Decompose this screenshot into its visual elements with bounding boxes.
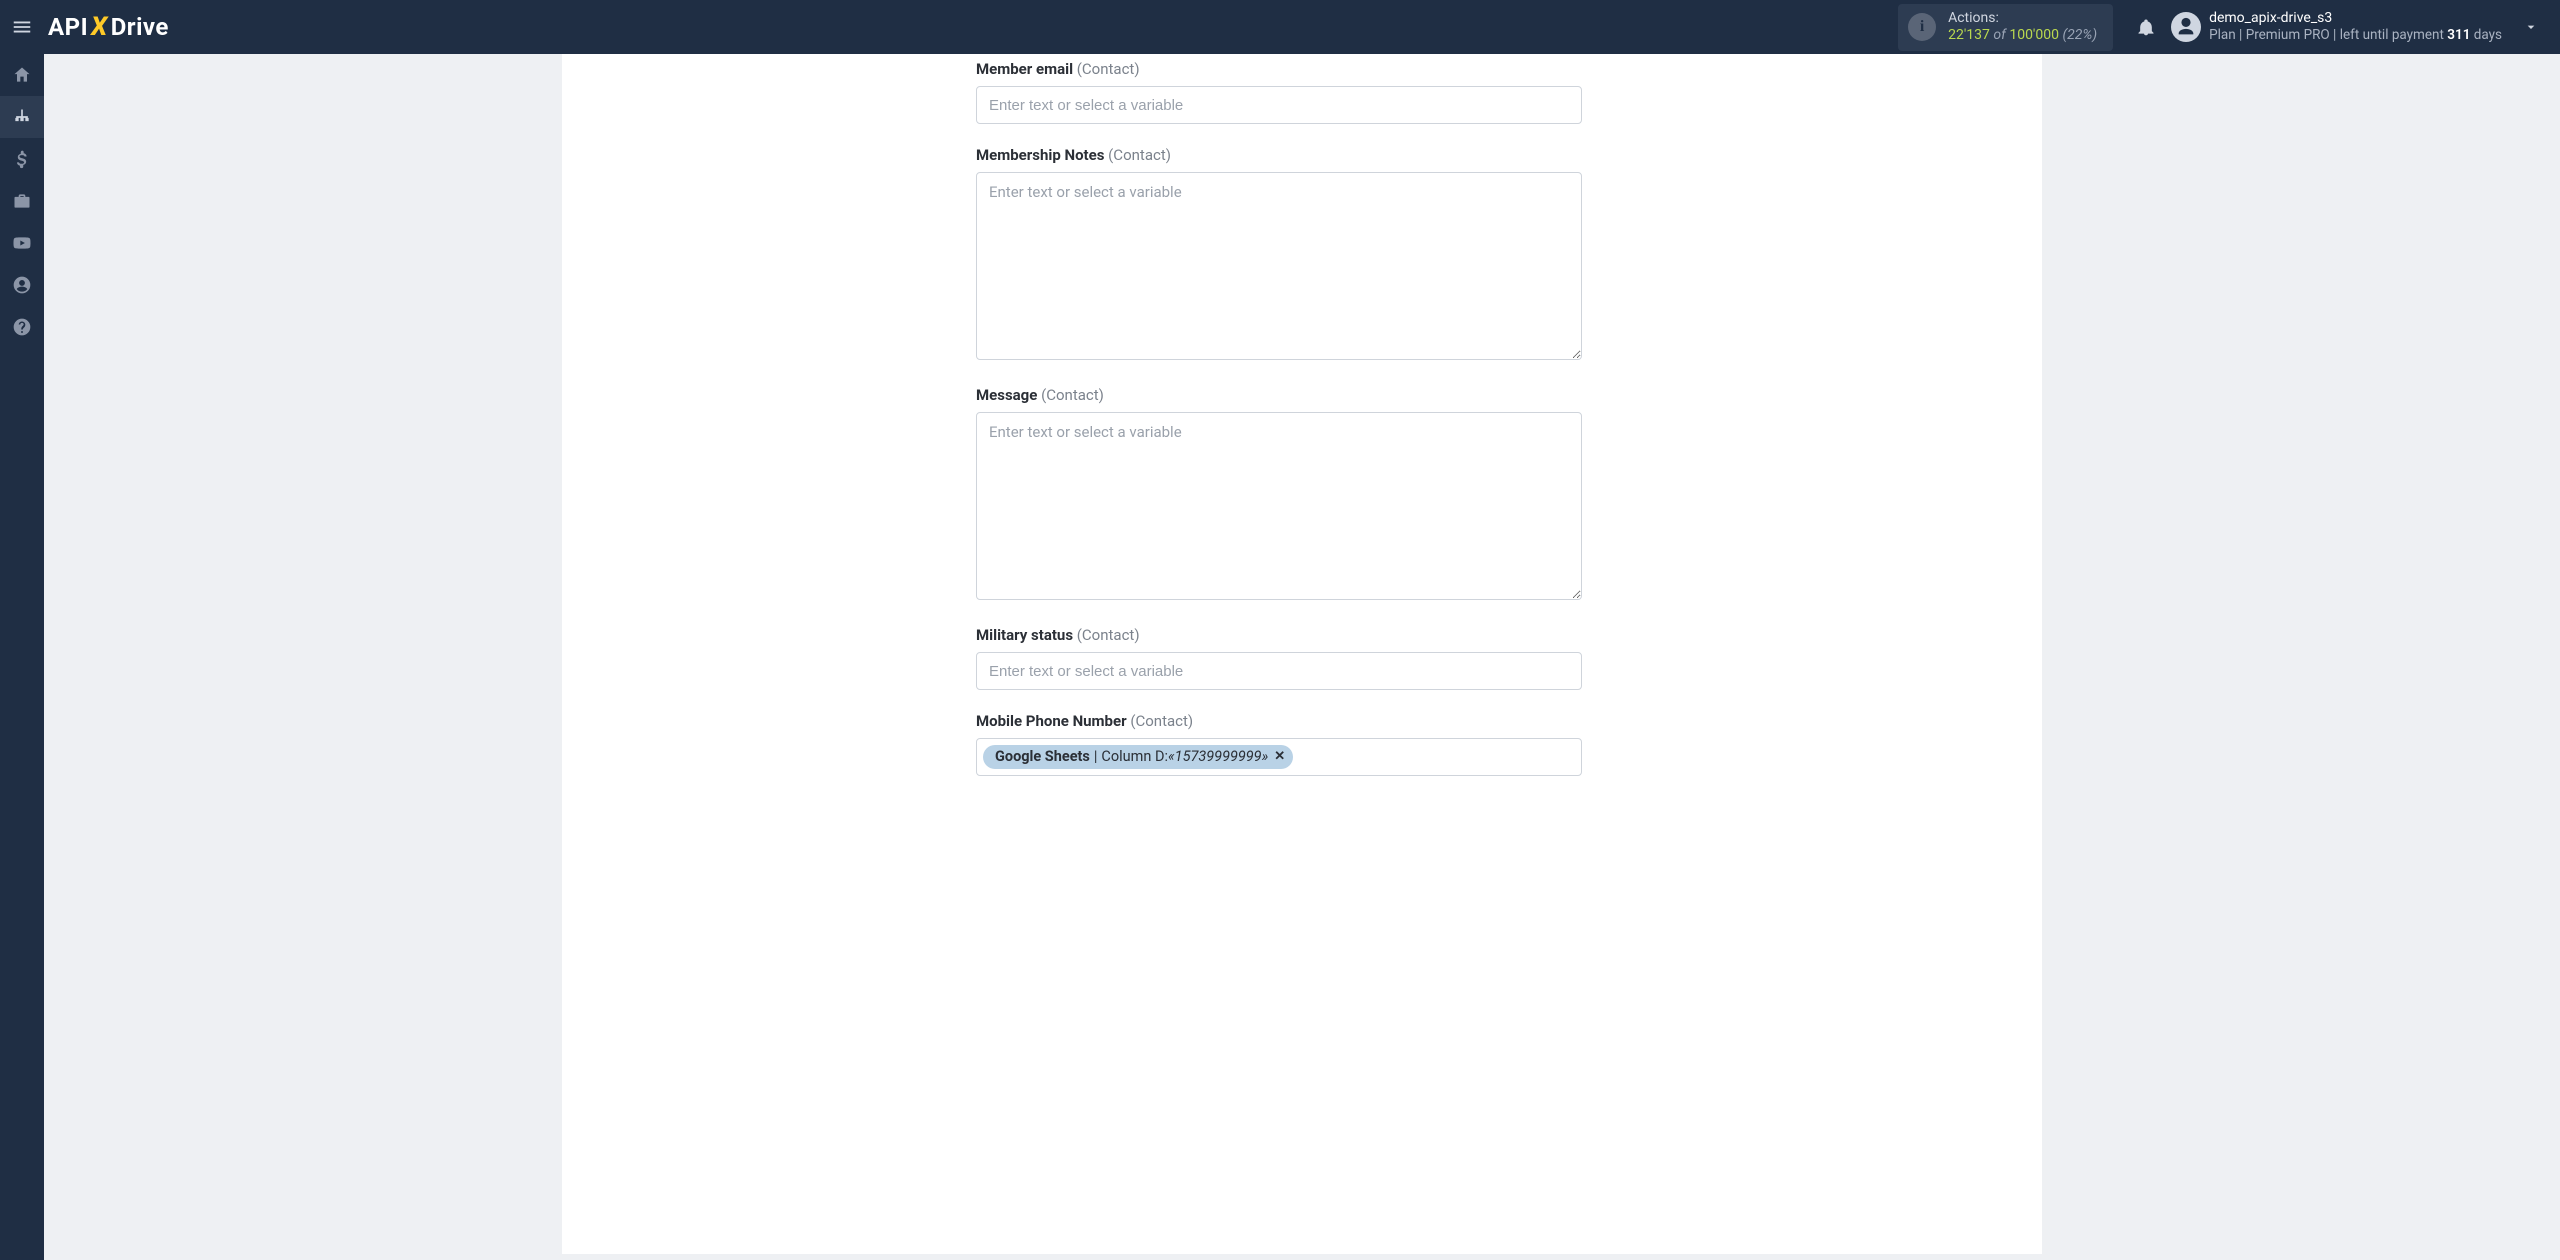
chip-column: Column D: (1101, 748, 1168, 767)
actions-label: Actions: (1948, 10, 2097, 28)
actions-pct: (22%) (2062, 27, 2097, 43)
field-label: Mobile Phone Number (Contact) (976, 712, 1582, 730)
actions-total: 100'000 (2009, 27, 2059, 43)
user-menu-toggle[interactable] (2514, 10, 2548, 44)
input-military-status[interactable] (976, 652, 1582, 690)
pipe-2: | (2333, 27, 2340, 43)
label-name: Membership Notes (976, 146, 1104, 164)
user-plan-line: Plan | Premium PRO | left until payment … (2209, 27, 2502, 44)
sidebar-item-connections[interactable] (0, 96, 44, 138)
mapping-form: Member email (Contact) Membership Notes … (976, 60, 1582, 776)
left-sidebar (0, 54, 44, 1260)
field-label: Membership Notes (Contact) (976, 146, 1582, 164)
youtube-icon (12, 233, 32, 253)
field-label: Military status (Contact) (976, 626, 1582, 644)
field-military-status: Military status (Contact) (976, 626, 1582, 690)
input-message[interactable] (976, 412, 1582, 600)
label-name: Mobile Phone Number (976, 712, 1127, 730)
logo-text-right: Drive (111, 13, 169, 41)
sidebar-item-briefcase[interactable] (0, 180, 44, 222)
actions-of: of (1993, 27, 2005, 43)
actions-counter[interactable]: i Actions: 22'137 of 100'000 (22%) (1898, 4, 2113, 51)
left-prefix: left until payment (2340, 27, 2444, 43)
sidebar-item-home[interactable] (0, 54, 44, 96)
sitemap-icon (12, 107, 32, 127)
field-mobile-phone: Mobile Phone Number (Contact) Google She… (976, 712, 1582, 776)
days-unit: days (2474, 27, 2502, 43)
label-scope: (Contact) (1077, 626, 1140, 644)
sidebar-item-help[interactable] (0, 306, 44, 348)
user-icon (2175, 16, 2197, 38)
actions-used: 22'137 (1948, 27, 1990, 43)
bell-icon (2136, 17, 2156, 37)
user-name: demo_apix-drive_s3 (2209, 10, 2502, 28)
logo-text-left: API (48, 13, 88, 41)
dollar-icon (12, 149, 32, 169)
sidebar-item-billing[interactable] (0, 138, 44, 180)
page-scroll[interactable]: Member email (Contact) Membership Notes … (44, 54, 2560, 1260)
logo-text-x: X (91, 12, 108, 42)
label-scope: (Contact) (1077, 60, 1140, 78)
menu-toggle-button[interactable] (0, 0, 44, 54)
field-label: Message (Contact) (976, 386, 1582, 404)
field-member-email: Member email (Contact) (976, 60, 1582, 124)
chip-remove-button[interactable]: ✕ (1274, 749, 1285, 766)
input-mobile-phone[interactable]: Google Sheets | Column D: «15739999999» … (976, 738, 1582, 776)
content-card: Member email (Contact) Membership Notes … (562, 54, 2042, 1254)
sidebar-item-videos[interactable] (0, 222, 44, 264)
field-label: Member email (Contact) (976, 60, 1582, 78)
hamburger-icon (11, 16, 33, 38)
field-membership-notes: Membership Notes (Contact) (976, 146, 1582, 364)
actions-values: 22'137 of 100'000 (22%) (1948, 27, 2097, 45)
chip-source: Google Sheets (995, 748, 1090, 767)
field-message: Message (Contact) (976, 386, 1582, 604)
plan-name: Premium PRO (2246, 27, 2330, 43)
pipe-1: | (2239, 27, 2242, 43)
label-scope: (Contact) (1108, 146, 1171, 164)
question-icon (12, 317, 32, 337)
chevron-down-icon (2523, 19, 2539, 35)
info-icon: i (1908, 13, 1936, 41)
plan-prefix: Plan (2209, 27, 2236, 43)
variable-chip[interactable]: Google Sheets | Column D: «15739999999» … (983, 745, 1293, 770)
user-block[interactable]: demo_apix-drive_s3 Plan | Premium PRO | … (2209, 10, 2502, 44)
label-scope: (Contact) (1041, 386, 1104, 404)
label-scope: (Contact) (1130, 712, 1193, 730)
label-name: Message (976, 386, 1037, 404)
days-number: 311 (2447, 27, 2470, 43)
chip-separator: | (1094, 748, 1098, 767)
label-name: Member email (976, 60, 1073, 78)
app-header: API X Drive i Actions: 22'137 of 100'000… (0, 0, 2560, 54)
app-logo[interactable]: API X Drive (48, 12, 169, 42)
user-avatar[interactable] (2171, 12, 2201, 42)
actions-text: Actions: 22'137 of 100'000 (22%) (1948, 10, 2097, 45)
home-icon (12, 65, 32, 85)
sidebar-item-account[interactable] (0, 264, 44, 306)
label-name: Military status (976, 626, 1073, 644)
briefcase-icon (12, 191, 32, 211)
user-circle-icon (12, 275, 32, 295)
notifications-button[interactable] (2127, 8, 2165, 46)
input-member-email[interactable] (976, 86, 1582, 124)
chip-value: «15739999999» (1168, 748, 1268, 767)
input-membership-notes[interactable] (976, 172, 1582, 360)
